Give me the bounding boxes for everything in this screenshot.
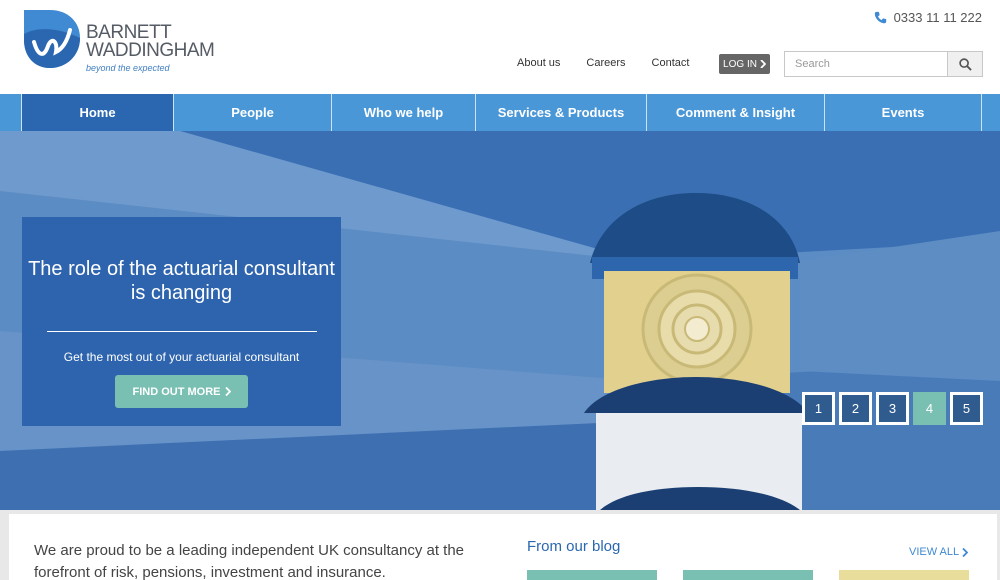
blog-thumbnail[interactable]: [527, 570, 657, 580]
blog-thumbnail[interactable]: [683, 570, 813, 580]
intro-text: We are proud to be a leading independent…: [34, 542, 465, 580]
nav-item-home[interactable]: Home: [22, 94, 174, 131]
contact-link[interactable]: Contact: [652, 57, 690, 69]
search-input[interactable]: [785, 52, 947, 76]
blog-heading: From our blog: [527, 538, 621, 555]
main-nav: Home People Who we help Services & Produ…: [0, 94, 1000, 131]
slide-page-4[interactable]: 4: [913, 392, 946, 425]
content-section: We are proud to be a leading independent…: [0, 510, 1000, 580]
site-header: BARNETT WADDINGHAM beyond the expected 0…: [0, 0, 1000, 94]
nav-item-who-we-help[interactable]: Who we help: [332, 94, 476, 131]
nav-item-people[interactable]: People: [174, 94, 332, 131]
logo-wordmark: BARNETT WADDINGHAM: [86, 22, 215, 61]
chevron-right-icon: [760, 60, 766, 68]
phone-icon: [874, 11, 886, 24]
slide-pager: 1 2 3 4 5: [802, 392, 983, 425]
nav-item-comment-insight[interactable]: Comment & Insight: [647, 94, 825, 131]
nav-spacer: [0, 94, 22, 131]
search-box: [784, 51, 983, 77]
content-panel: We are proud to be a leading independent…: [9, 514, 997, 580]
search-button[interactable]: [947, 52, 982, 76]
find-out-more-button[interactable]: FIND OUT MORE: [115, 375, 248, 408]
hero-slider: The role of the actuarial consultant is …: [0, 131, 1000, 510]
utility-links: About us Careers Contact: [517, 57, 715, 69]
logo[interactable]: BARNETT WADDINGHAM beyond the expected: [20, 8, 220, 74]
nav-spacer-end: [982, 94, 1000, 131]
about-us-link[interactable]: About us: [517, 57, 560, 69]
login-label: LOG IN: [723, 58, 757, 70]
slide-page-1[interactable]: 1: [802, 392, 835, 425]
hero-divider: [46, 331, 317, 332]
nav-item-services-products[interactable]: Services & Products: [476, 94, 647, 131]
slide-page-5[interactable]: 5: [950, 392, 983, 425]
nav-item-events[interactable]: Events: [825, 94, 982, 131]
blog-thumbnail[interactable]: [839, 570, 969, 580]
hero-title: The role of the actuarial consultant is …: [28, 258, 335, 304]
phone-text: 0333 11 11 222: [893, 10, 982, 25]
login-button[interactable]: LOG IN: [719, 54, 770, 74]
slide-page-3[interactable]: 3: [876, 392, 909, 425]
chevron-right-icon: [962, 547, 969, 557]
magnifier-icon: [958, 57, 972, 71]
find-out-more-label: FIND OUT MORE: [132, 385, 221, 398]
logo-tagline: beyond the expected: [86, 63, 170, 73]
slide-page-2[interactable]: 2: [839, 392, 872, 425]
phone-number[interactable]: 0333 11 11 222: [874, 10, 982, 25]
view-all-label: VIEW ALL: [909, 546, 960, 558]
hero-card: The role of the actuarial consultant is …: [22, 217, 341, 426]
hero-subtitle: Get the most out of your actuarial consu…: [63, 350, 300, 364]
view-all-link[interactable]: VIEW ALL: [909, 546, 969, 558]
chevron-right-icon: [224, 387, 231, 396]
careers-link[interactable]: Careers: [586, 57, 625, 69]
logo-mark-icon: [24, 10, 80, 68]
